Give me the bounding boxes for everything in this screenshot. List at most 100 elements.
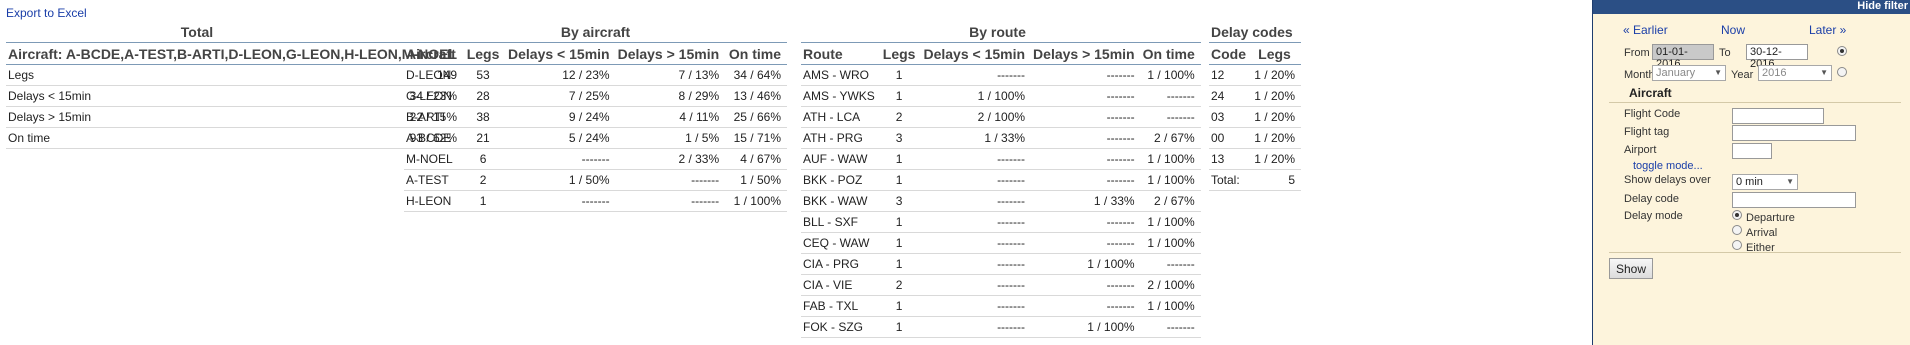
route-cell: AUF - WAW [801,148,881,170]
aircraft-cell: 4 / 67% [725,148,787,170]
route-cell: 1 [880,211,922,233]
table-row: BKK - POZ 1 ------- ------- 1 / 100% [801,169,1201,191]
from-date-input[interactable]: 01-01-2016 [1652,44,1714,70]
hide-filter-link[interactable]: Hide filter [1593,0,1910,14]
table-row: 00 1 / 20% [1209,127,1301,149]
route-cell: 3 [880,127,922,149]
to-date-input[interactable]: 30-12-2016 [1746,44,1808,70]
delay-codes-column-header: Code [1209,42,1252,65]
total-title: Total [180,24,214,40]
aircraft-cell: ------- [615,169,726,191]
by-route-table: Route Legs Delays < 15min Delays > 15min On … [801,42,1201,338]
aircraft-cell: 1 / 5% [615,127,726,149]
aircraft-section-title: Aircraft [1629,86,1672,100]
route-cell: 1 / 33% [1031,190,1141,212]
month-year-radio[interactable] [1837,67,1847,77]
route-cell: 1 / 100% [1140,148,1201,170]
aircraft-cell: 2 / 33% [615,148,726,170]
now-link[interactable]: Now [1721,23,1745,37]
table-row: AMS - YWKS 1 1 / 100% ------- ------- [801,85,1201,107]
delay-mode-departure-radio[interactable] [1732,210,1742,220]
delay-codes-total-row: Total: 5 [1209,169,1301,191]
aircraft-cell: B-ARTI [404,106,465,128]
by-aircraft-title: By aircraft [560,24,631,40]
aircraft-cell: 5 / 24% [505,127,616,149]
table-row: ATH - PRG 3 1 / 33% ------- 2 / 67% [801,127,1201,149]
table-row: 03 1 / 20% [1209,106,1301,128]
route-cell: ATH - LCA [801,106,881,128]
aircraft-cell: 15 / 71% [725,127,787,149]
aircraft-cell: 21 [464,127,506,149]
flight-tag-input[interactable] [1732,125,1856,141]
aircraft-cell: 53 [464,64,506,86]
export-to-excel-link[interactable]: Export to Excel [6,6,87,20]
route-column-header: On time [1140,42,1201,65]
aircraft-cell: 13 / 46% [725,85,787,107]
date-range-radio[interactable] [1837,46,1847,56]
chevron-down-icon: ▼ [1786,177,1794,186]
delay-code-input[interactable] [1732,192,1856,208]
route-cell: ------- [1140,106,1201,128]
route-cell: ------- [921,253,1032,275]
by-route-title: By route [969,24,1026,40]
aircraft-column-header: Delays < 15min [505,42,616,65]
aircraft-cell: G-LEON [404,85,465,107]
table-row: 12 1 / 20% [1209,64,1301,86]
route-cell: 1 [880,295,922,317]
flight-code-input[interactable] [1732,108,1824,124]
route-cell: ------- [921,190,1032,212]
table-row: CIA - VIE 2 ------- ------- 2 / 100% [801,274,1201,296]
route-cell: ------- [921,211,1032,233]
month-select-value: January [1656,67,1696,79]
earlier-link[interactable]: « Earlier [1623,23,1668,37]
route-cell: 2 [880,274,922,296]
aircraft-cell: 1 / 50% [505,169,616,191]
route-cell: 1 [880,253,922,275]
route-cell: 1 / 100% [1140,232,1201,254]
route-cell: 1 [880,232,922,254]
by-route-section: By route Route Legs Delays < 15min Delays >… [801,22,1201,338]
aircraft-cell: 4 / 11% [615,106,726,128]
route-cell: ------- [1031,85,1141,107]
delay-mode-label: Delay mode [1624,210,1683,222]
month-select[interactable]: January ▼ [1652,65,1726,81]
airport-input[interactable] [1732,143,1772,159]
route-cell: ------- [1031,295,1141,317]
delay-mode-arrival-label: Arrival [1746,227,1778,239]
aircraft-cell: ------- [505,148,616,170]
table-row: ATH - LCA 2 2 / 100% ------- ------- [801,106,1201,128]
aircraft-cell: M-NOEL [404,148,465,170]
delay-codes-total-value: 5 [1252,169,1301,191]
route-cell: ------- [921,169,1032,191]
delay-codes-title: Delay codes [1211,24,1293,40]
show-delays-select[interactable]: 0 min ▼ [1732,174,1798,190]
route-cell: AMS - WRO [801,64,881,86]
toggle-mode-link[interactable]: toggle mode... [1633,160,1703,172]
total-row-label: On time [6,127,291,149]
aircraft-cell: ------- [615,190,726,212]
route-cell: ------- [921,148,1032,170]
month-label: Month [1624,69,1655,81]
table-row: AUF - WAW 1 ------- ------- 1 / 100% [801,148,1201,170]
delay-mode-either-radio[interactable] [1732,240,1742,250]
table-row: AMS - WRO 1 ------- ------- 1 / 100% [801,64,1201,86]
show-button[interactable]: Show [1609,258,1653,279]
aircraft-cell: ------- [505,190,616,212]
delay-mode-arrival-radio[interactable] [1732,225,1742,235]
route-cell: ------- [921,64,1032,86]
delay-codes-cell: 00 [1209,127,1252,149]
year-select[interactable]: 2016 ▼ [1758,65,1832,81]
aircraft-cell: H-LEON [404,190,465,212]
delay-codes-cell: 1 / 20% [1252,148,1301,170]
route-cell: 1 / 33% [921,127,1032,149]
route-cell: FOK - SZG [801,316,881,338]
from-label: From [1624,47,1650,59]
route-cell: BLL - SXF [801,211,881,233]
aircraft-column-header: Delays > 15min [615,42,726,65]
delay-codes-column-header: Legs [1252,42,1301,65]
total-section: Total Aircraft: A-BCDE,A-TEST,B-ARTI,D-L… [6,22,464,149]
section-divider [1609,102,1901,103]
later-link[interactable]: Later » [1809,23,1846,37]
route-cell: ------- [1031,127,1141,149]
show-delays-value: 0 min [1736,176,1763,188]
